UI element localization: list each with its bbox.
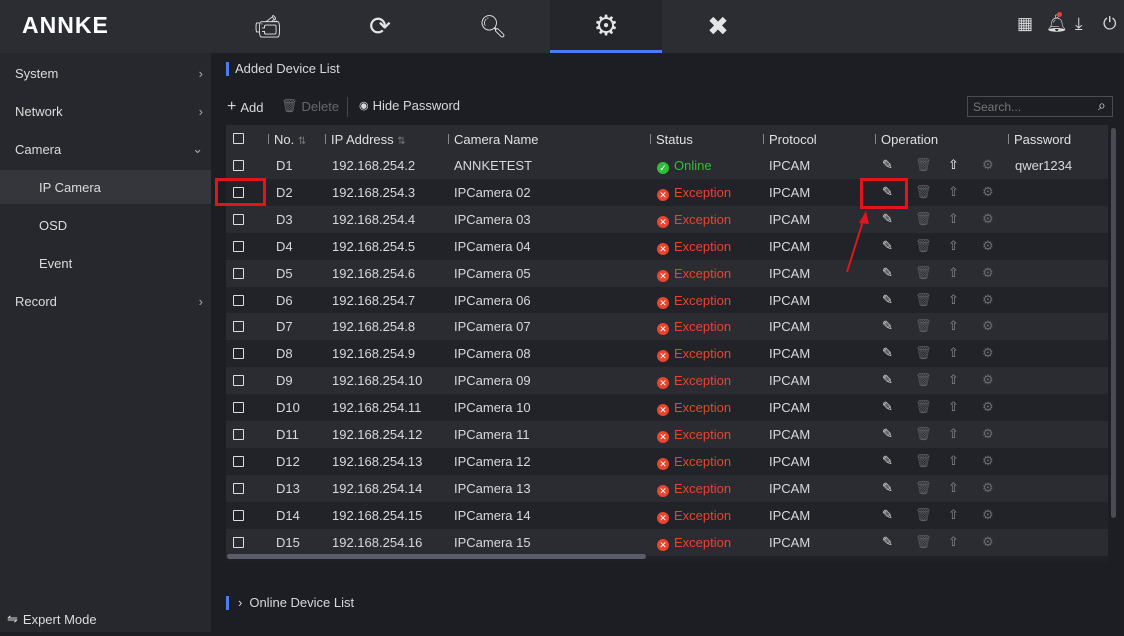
annotation-arrow — [846, 211, 869, 273]
